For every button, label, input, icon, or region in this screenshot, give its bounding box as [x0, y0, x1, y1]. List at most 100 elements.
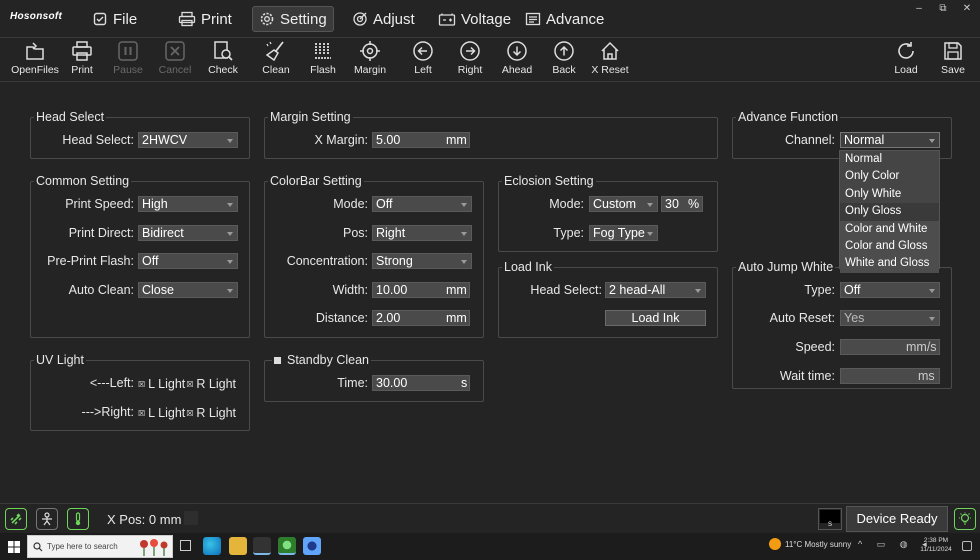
colorbar-pos-dropdown[interactable]: Right: [372, 225, 472, 241]
menu-adjust[interactable]: Adjust: [346, 6, 421, 32]
taskbar-search-box[interactable]: Type here to search: [27, 535, 173, 558]
channel-option-color-and-white[interactable]: Color and White: [840, 220, 939, 238]
eclosion-mode-dropdown[interactable]: Custom: [589, 196, 658, 212]
load-ink-head-dropdown[interactable]: 2 head-All: [605, 282, 706, 298]
gear-icon: [260, 12, 274, 26]
margin-button[interactable]: Margin: [345, 38, 395, 80]
channel-option-only-gloss[interactable]: Only Gloss: [840, 203, 939, 220]
back-button[interactable]: Back: [539, 38, 589, 80]
print-speed-dropdown[interactable]: High: [138, 196, 238, 212]
connection-button[interactable]: [5, 508, 27, 530]
right-button[interactable]: Right: [445, 38, 495, 80]
file-explorer-taskbar-icon[interactable]: [229, 537, 247, 555]
thermometer-icon: [75, 512, 81, 526]
head-status-button[interactable]: [36, 508, 58, 530]
eclosion-type-dropdown[interactable]: Fog Type: [589, 225, 658, 241]
status-bar: X Pos: 0 mm S Device Ready: [0, 503, 980, 533]
app-taskbar-icon[interactable]: [253, 537, 271, 555]
xreset-button[interactable]: X Reset: [585, 38, 635, 80]
print-speed-label: Print Speed:: [65, 197, 134, 211]
openfiles-button[interactable]: OpenFiles: [10, 38, 60, 80]
status-spacer: [184, 511, 198, 525]
left-l-light-checkbox[interactable]: ☒: [138, 380, 145, 389]
clean-button[interactable]: Clean: [251, 38, 301, 80]
menu-setting-label: Setting: [280, 10, 327, 28]
hosonsoft-taskbar-icon[interactable]: [278, 537, 296, 555]
channel-option-white-and-gloss[interactable]: White and Gloss: [840, 255, 939, 273]
right-l-light-label: L Light: [148, 406, 186, 420]
menu-print[interactable]: Print: [172, 6, 238, 32]
auto-reset-dropdown[interactable]: Yes: [840, 310, 940, 326]
menu-advance-label: Advance: [546, 10, 605, 28]
load-ink-button[interactable]: Load Ink: [605, 310, 706, 326]
pre-print-flash-dropdown[interactable]: Off: [138, 253, 238, 269]
flash-label: Flash: [310, 64, 336, 76]
windows-taskbar: Type here to search 11°C Mostly sunny ^ …: [0, 533, 980, 560]
jump-type-dropdown[interactable]: Off: [840, 282, 940, 298]
print-button[interactable]: Print: [57, 38, 107, 80]
menu-file-label: File: [113, 10, 138, 28]
x-margin-label: X Margin:: [314, 133, 369, 147]
head-select-dropdown[interactable]: 2HWCV: [138, 132, 238, 148]
temperature-button[interactable]: [67, 508, 89, 530]
notification-button[interactable]: [962, 541, 972, 551]
ahead-label: Ahead: [501, 64, 533, 76]
jump-speed-unit: mm/s: [906, 340, 937, 354]
pause-icon: [118, 41, 138, 61]
concentration-label: Concentration:: [286, 254, 368, 268]
arrow-right-icon: [460, 41, 480, 61]
clock[interactable]: 2:38 PM 11/11/2024: [916, 536, 956, 554]
home-icon: [601, 41, 619, 60]
windows-start-button[interactable]: [8, 540, 20, 558]
cancel-button[interactable]: Cancel: [150, 38, 200, 80]
colorbar-mode-dropdown[interactable]: Off: [372, 196, 472, 212]
margin-setting-title: Margin Setting: [268, 110, 353, 124]
minimize-button[interactable]: –: [910, 3, 928, 14]
load-ink-group: [498, 267, 718, 338]
right-r-light-checkbox[interactable]: ☒: [186, 409, 193, 418]
broom-icon: [265, 41, 284, 62]
restore-button[interactable]: ⧉: [934, 3, 952, 14]
right-l-light-checkbox[interactable]: ☒: [138, 409, 145, 418]
check-button[interactable]: Check: [198, 38, 248, 80]
print-label: Print: [71, 64, 93, 76]
menu-setting[interactable]: Setting: [252, 6, 334, 32]
printer-icon: [178, 11, 196, 27]
menu-advance[interactable]: Advance: [519, 6, 610, 32]
print-direct-dropdown[interactable]: Bidirect: [138, 225, 238, 241]
channel-option-only-white[interactable]: Only White: [840, 185, 939, 204]
colorbar-width-unit: mm: [446, 283, 467, 297]
uv-right-row: ☒ L Light ☒ R Light: [138, 405, 238, 421]
standby-time-input[interactable]: 30.00: [372, 375, 470, 391]
save-button[interactable]: Save: [928, 38, 978, 80]
weather-text[interactable]: 11°C Mostly sunny: [785, 540, 851, 549]
auto-clean-dropdown[interactable]: Close: [138, 282, 238, 298]
flash-button[interactable]: Flash: [298, 38, 348, 80]
menu-file[interactable]: File: [86, 6, 143, 32]
eclosion-mode-label: Mode:: [549, 197, 584, 211]
ahead-button[interactable]: Ahead: [492, 38, 542, 80]
left-button[interactable]: Left: [398, 38, 448, 80]
save-icon: [944, 42, 962, 60]
channel-option-normal[interactable]: Normal: [840, 151, 939, 169]
left-r-light-checkbox[interactable]: ☒: [186, 380, 193, 389]
standby-clean-checkbox[interactable]: [274, 356, 281, 364]
channel-dropdown[interactable]: Normal: [840, 132, 940, 148]
light-button[interactable]: [954, 508, 976, 530]
close-button[interactable]: ✕: [958, 3, 976, 14]
task-view-button[interactable]: [180, 540, 191, 551]
concentration-dropdown[interactable]: Strong: [372, 253, 472, 269]
load-button[interactable]: Load: [881, 38, 931, 80]
pause-button[interactable]: Pause: [103, 38, 153, 80]
back-label: Back: [552, 64, 576, 76]
load-label: Load: [894, 64, 918, 76]
jump-speed-label: Speed:: [795, 340, 835, 354]
channel-option-color-and-gloss[interactable]: Color and Gloss: [840, 237, 939, 256]
app-logo: Hosonsoft: [10, 11, 63, 22]
channel-option-only-color[interactable]: Only Color: [840, 168, 939, 186]
menu-voltage[interactable]: Voltage: [432, 6, 517, 32]
colorbar-pos-label: Pos:: [342, 226, 368, 240]
edge-taskbar-icon[interactable]: [203, 537, 221, 555]
chat-taskbar-icon[interactable]: [303, 537, 321, 555]
uv-right-label: --->Right:: [81, 405, 134, 419]
